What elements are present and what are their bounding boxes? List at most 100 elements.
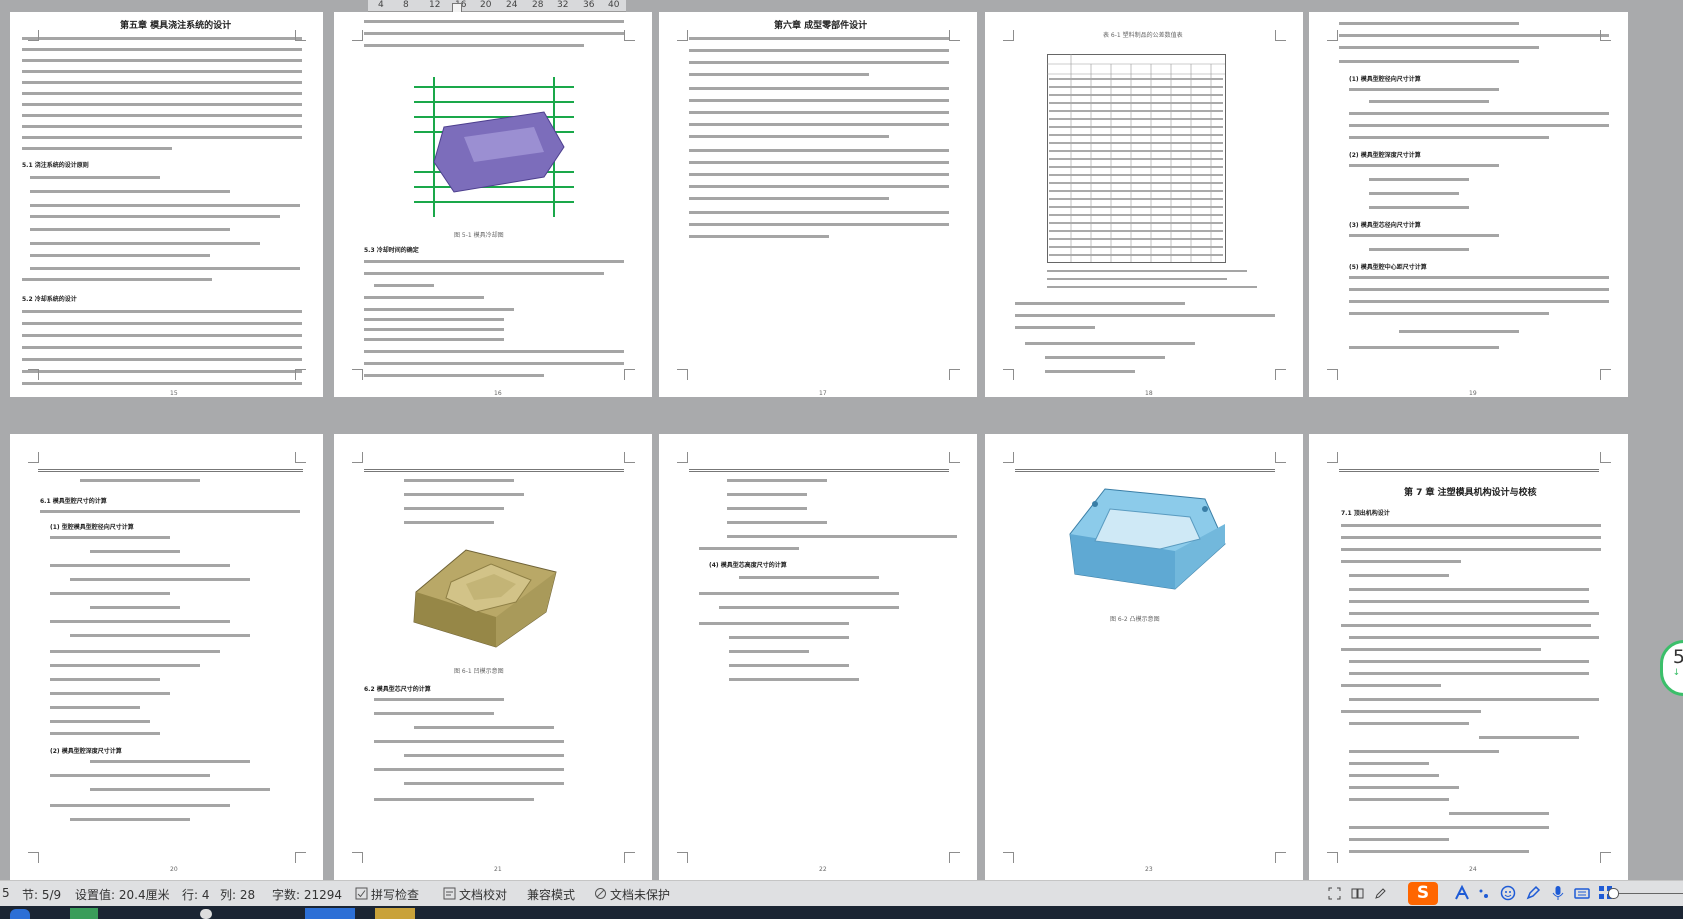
crop-mark [1003,452,1014,463]
crop-mark [28,369,39,380]
crop-mark [352,369,363,380]
microphone-icon[interactable] [1550,885,1566,901]
emoji-icon[interactable] [1500,885,1516,901]
page-number: 15 [170,390,178,397]
spellcheck-button[interactable]: 拼写检查 [371,886,419,903]
crop-mark [624,30,635,41]
core-mold-image [1069,488,1226,590]
section-heading: 5.2 冷却系统的设计 [22,296,77,303]
status-row[interactable]: 行: 4 [182,886,210,903]
page-22[interactable]: (4) 模具型芯高度尺寸的计算 22 [659,434,977,880]
table-title: 表 6-1 塑料制品的公差数值表 [1103,32,1183,39]
crop-mark [1327,369,1338,380]
crop-mark [677,852,688,863]
cooling-diagram-image [414,77,574,217]
page-24[interactable]: 第 7 章 注塑模具机构设计与校核 7.1 顶出机构设计 24 [1309,434,1628,880]
horizontal-ruler[interactable]: 4 8 12 16 20 24 28 32 36 40 [368,0,626,13]
page-number: 23 [1145,866,1153,873]
page-21[interactable]: 图 6-1 凹模示意图 6.2 模具型芯尺寸的计算 21 [334,434,652,880]
section-heading: (2) 模具型腔深度尺寸计算 [50,748,122,755]
keyboard-icon[interactable] [1574,885,1590,901]
crop-mark [1327,30,1338,41]
section-heading: (4) 模具型芯高度尺寸的计算 [709,562,787,569]
score-delta: ↓ 0.1 [1672,668,1683,678]
taskbar-app-icon[interactable] [305,908,355,919]
protect-status[interactable]: 文档未保护 [610,886,670,903]
section-heading: (5) 模具型腔中心距尺寸计算 [1349,264,1427,271]
crop-mark [624,452,635,463]
crop-mark [1275,369,1286,380]
status-section[interactable]: 节: 5/9 [22,886,61,903]
page-16[interactable]: 图 5-1 模具冷却图 5.3 冷却时间的确定 16 [334,12,652,397]
taskbar-app-icon[interactable] [200,909,212,919]
start-icon[interactable] [10,909,30,919]
page-18[interactable]: 表 6-1 塑料制品的公差数值表 18 [985,12,1303,397]
crop-mark [1600,369,1611,380]
crop-mark [352,452,363,463]
status-setting[interactable]: 设置值: 20.4厘米 [75,886,170,903]
crop-mark [949,30,960,41]
score-value: 57 [1672,646,1683,668]
ruler-tick: 32 [557,0,569,10]
crop-mark [295,452,306,463]
taskbar-app-icon[interactable] [70,908,98,919]
crop-mark [1600,30,1611,41]
font-icon[interactable] [1454,885,1470,901]
crop-mark [295,852,306,863]
crop-mark [1600,452,1611,463]
page-number: 17 [819,390,827,397]
punctuation-icon[interactable] [1478,887,1491,900]
crop-mark [1003,369,1014,380]
page-number: 18 [1145,390,1153,397]
proofread-button[interactable]: 文档校对 [459,886,507,903]
page-23[interactable]: 图 6-2 凸模示意图 23 [985,434,1303,880]
tolerance-table [1047,54,1226,263]
section-heading: (1) 模具型腔径向尺寸计算 [1349,76,1421,83]
crop-mark [295,30,306,41]
crop-mark [1600,852,1611,863]
chapter-heading: 第六章 成型零部件设计 [774,21,868,31]
crop-mark [28,30,39,41]
crop-mark [624,852,635,863]
crop-mark [1275,452,1286,463]
ruler-tick: 4 [378,0,384,10]
fullscreen-icon[interactable] [1328,887,1341,900]
figure-caption: 图 6-2 凸模示意图 [1110,616,1160,623]
crop-mark [295,369,306,380]
crop-mark [949,452,960,463]
page-17[interactable]: 第六章 成型零部件设计 17 [659,12,977,397]
zoom-handle[interactable] [1608,888,1619,899]
status-page[interactable]: 5 [2,886,10,900]
crop-mark [28,852,39,863]
taskbar-app-icon[interactable] [375,908,415,919]
crop-mark [1003,852,1014,863]
taskbar [0,906,1683,919]
crop-mark [1275,852,1286,863]
section-heading: (2) 模具型腔深度尺寸计算 [1349,152,1421,159]
page-number: 22 [819,866,827,873]
crop-mark [677,369,688,380]
status-wordcount[interactable]: 字数: 21294 [272,886,342,903]
edit-pen-icon[interactable] [1374,887,1387,900]
page-19[interactable]: (1) 模具型腔径向尺寸计算 (2) 模具型腔深度尺寸计算 (3) 模具型芯径向… [1309,12,1628,397]
page-number: 19 [1469,390,1477,397]
page-15[interactable]: 第五章 模具浇注系统的设计 5.1 浇注系统的设计原则 5.2 冷却系统的设计 … [10,12,323,397]
status-bar: 5 节: 5/9 设置值: 20.4厘米 行: 4 列: 28 字数: 2129… [0,880,1683,906]
skin-icon[interactable] [1525,885,1541,901]
section-heading: 5.3 冷却时间的确定 [364,247,419,254]
section-heading: (3) 模具型芯径向尺寸计算 [1349,222,1421,229]
crop-mark [677,30,688,41]
compat-mode[interactable]: 兼容模式 [527,886,575,903]
status-column[interactable]: 列: 28 [220,886,255,903]
reading-mode-icon[interactable] [1351,887,1364,900]
ruler-tick: 24 [506,0,518,10]
score-widget[interactable]: 57 ↓ 0.1 [1660,640,1683,696]
input-method-icon[interactable]: S [1408,882,1438,905]
ruler-tick: 12 [429,0,441,10]
crop-mark [352,30,363,41]
crop-mark [28,452,39,463]
zoom-slider[interactable] [1618,893,1683,894]
page-20[interactable]: 6.1 模具型腔尺寸的计算 (1) 型腔模具型腔径向尺寸计算 (2) 模具型腔深… [10,434,323,880]
ruler-tick: 36 [583,0,595,10]
figure-caption: 图 5-1 模具冷却图 [454,232,504,239]
